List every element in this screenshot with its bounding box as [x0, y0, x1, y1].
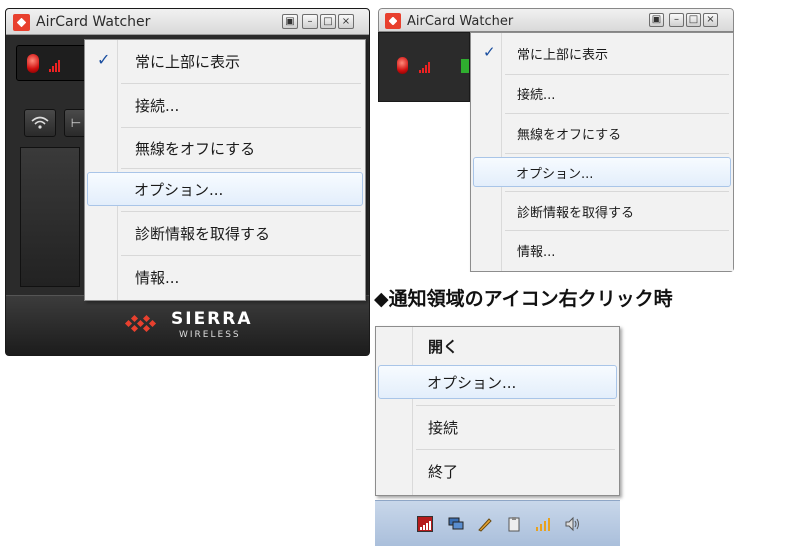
minimize-button[interactable]: – [669, 13, 684, 27]
window-title: AirCard Watcher [36, 14, 151, 30]
close-button[interactable]: × [338, 14, 354, 29]
menu-item-label: 終了 [428, 462, 459, 481]
signal-strength-icon [49, 58, 60, 72]
menu-item-about[interactable]: 情報... [87, 260, 363, 294]
window-context-menu: ✓ 常に上部に表示 接続... 無線をオフにする オプション... 診断情報を取… [470, 32, 734, 272]
close-button[interactable]: × [703, 13, 718, 27]
menu-separator [505, 230, 729, 231]
mini-mode-button[interactable]: ▣ [282, 14, 298, 29]
menu-item-label: 開く [428, 337, 459, 356]
menu-separator [505, 113, 729, 114]
menu-separator [121, 168, 361, 169]
menu-item-diagnostics[interactable]: 診断情報を取得する [473, 195, 731, 227]
menu-separator [121, 127, 361, 128]
menu-item-radio-off[interactable]: 無線をオフにする [473, 117, 731, 149]
maximize-button[interactable]: □ [686, 13, 701, 27]
wifi-button[interactable] [24, 109, 56, 137]
aircard-window-small: AirCard Watcher ▣ – □ × ✓ 常に上部に表示 接続... … [378, 8, 734, 272]
menu-item-exit[interactable]: 終了 [378, 453, 617, 489]
menu-item-always-on-top[interactable]: 常に上部に表示 [87, 44, 363, 78]
menu-item-label: 常に上部に表示 [517, 47, 609, 63]
notification-area [375, 500, 620, 546]
menu-item-label: 接続 [428, 418, 459, 437]
menu-separator [505, 191, 729, 192]
menu-separator [416, 449, 615, 450]
aircard-app-icon [13, 14, 30, 31]
menu-item-options[interactable]: オプション... [87, 172, 363, 206]
maximize-button[interactable]: □ [320, 14, 336, 29]
menu-item-label: 情報... [517, 244, 556, 260]
menu-item-connect[interactable]: 接続 [378, 409, 617, 445]
menu-item-label: 情報... [135, 268, 180, 287]
clipboard-icon[interactable] [506, 516, 522, 532]
menu-item-label: 無線をオフにする [135, 139, 256, 158]
title-bar[interactable]: AirCard Watcher ▣ – □ × [378, 8, 734, 32]
sierra-logo-icon [124, 314, 157, 333]
menu-item-label: 接続... [517, 87, 556, 103]
menu-item-label: オプション... [516, 166, 594, 182]
mini-mode-button[interactable]: ▣ [649, 13, 664, 27]
menu-separator [505, 74, 729, 75]
menu-item-label: 診断情報を取得する [517, 205, 635, 221]
signal-strength-icon [419, 61, 430, 73]
menu-item-radio-off[interactable]: 無線をオフにする [87, 131, 363, 165]
menu-item-options[interactable]: オプション... [473, 157, 731, 187]
pen-icon[interactable] [477, 516, 493, 532]
menu-item-diagnostics[interactable]: 診断情報を取得する [87, 216, 363, 250]
menu-separator [121, 211, 361, 212]
menu-item-connect[interactable]: 接続... [87, 88, 363, 122]
status-led-green-icon [461, 59, 469, 73]
minimize-button[interactable]: – [302, 14, 318, 29]
menu-item-label: 常に上部に表示 [135, 52, 241, 71]
menu-item-options[interactable]: オプション... [378, 365, 617, 399]
connection-led-icon [397, 57, 408, 74]
menu-item-label: 接続... [135, 96, 180, 115]
status-panel [20, 147, 80, 287]
network-icon[interactable] [448, 516, 464, 532]
window-context-menu: ✓ 常に上部に表示 接続... 無線をオフにする オプション... 診断情報を取… [84, 39, 366, 301]
window-title: AirCard Watcher [407, 14, 514, 29]
menu-separator [416, 405, 615, 406]
menu-separator [121, 83, 361, 84]
title-bar[interactable]: AirCard Watcher ▣ – □ × [6, 9, 369, 35]
menu-item-connect[interactable]: 接続... [473, 77, 731, 109]
menu-item-label: オプション... [134, 180, 224, 199]
aircard-window-large: AirCard Watcher ▣ – □ × ⊢ SIERRA WIRELES… [5, 8, 370, 356]
connection-led-icon [27, 54, 39, 73]
menu-item-open[interactable]: 開く [378, 331, 617, 361]
menu-item-label: オプション... [427, 373, 517, 392]
window-footer: SIERRA WIRELESS [6, 295, 369, 355]
status-strip [378, 32, 470, 102]
menu-item-label: 無線をオフにする [517, 127, 622, 143]
tray-context-menu: 開く オプション... 接続 終了 [375, 326, 620, 496]
menu-item-about[interactable]: 情報... [473, 234, 731, 266]
wifi-icon [31, 116, 49, 129]
wireless-logo-text: WIRELESS [179, 330, 241, 340]
sierra-logo-text: SIERRA [171, 309, 253, 329]
menu-item-always-on-top[interactable]: 常に上部に表示 [473, 37, 731, 69]
aircard-signal-icon[interactable] [417, 516, 433, 532]
plug-icon: ⊢ [70, 116, 82, 130]
wifi-signal-icon[interactable] [535, 516, 551, 532]
menu-separator [121, 255, 361, 256]
menu-item-label: 診断情報を取得する [135, 224, 271, 243]
aircard-app-icon [385, 13, 401, 29]
volume-icon[interactable] [564, 516, 580, 532]
section-caption: ◆通知領域のアイコン右クリック時 [374, 288, 673, 310]
menu-separator [505, 153, 729, 154]
